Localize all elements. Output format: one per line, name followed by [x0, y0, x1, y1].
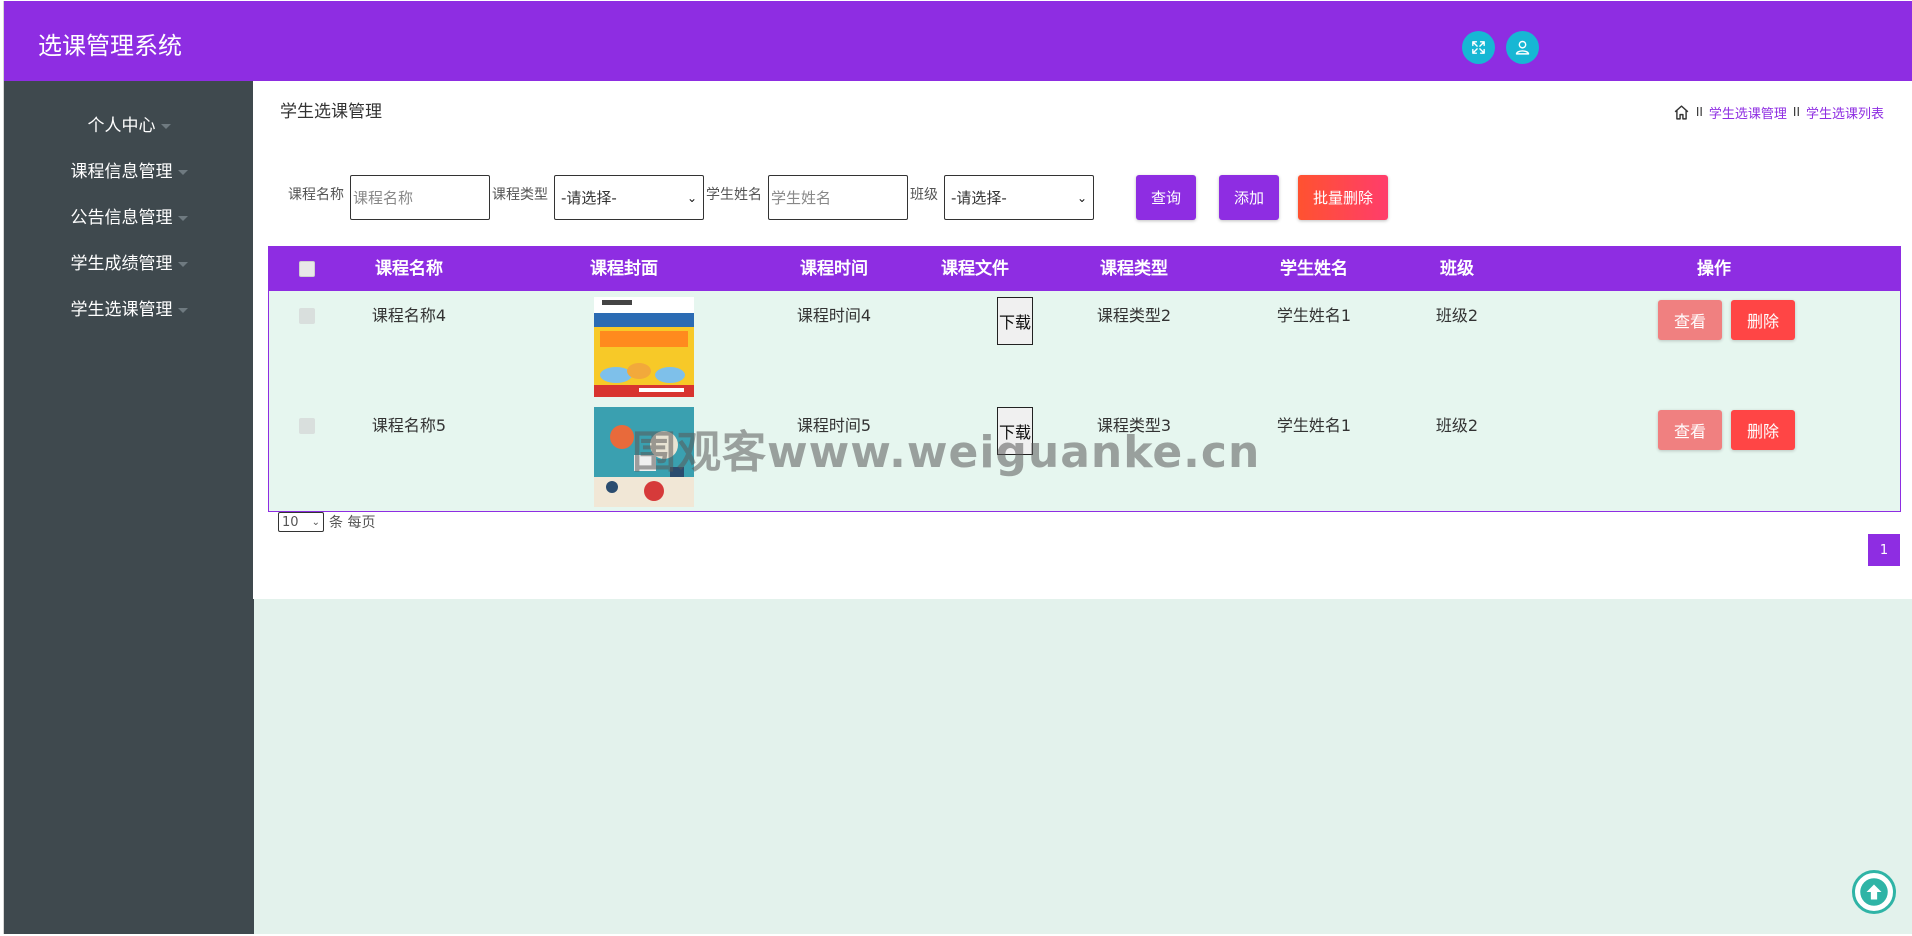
- query-button[interactable]: 查询: [1136, 175, 1196, 220]
- column-header-time: 课程时间: [800, 259, 868, 279]
- page-number-button[interactable]: 1: [1868, 534, 1900, 566]
- sidebar-item-label: 个人中心: [87, 116, 156, 136]
- breadcrumb-separator: II: [1792, 105, 1800, 119]
- caret-down-icon: [177, 215, 188, 221]
- column-header-course-name: 课程名称: [375, 259, 443, 279]
- breadcrumb-item-selection-mgmt[interactable]: 学生选课管理: [1709, 103, 1787, 122]
- delete-button[interactable]: 删除: [1731, 300, 1795, 340]
- column-header-file: 课程文件: [941, 259, 1009, 279]
- student-name-input[interactable]: [768, 175, 908, 220]
- chevron-down-icon: ⌄: [311, 516, 320, 528]
- download-button[interactable]: 下载: [997, 297, 1033, 345]
- sidebar-item-course-info[interactable]: 课程信息管理: [4, 157, 254, 187]
- row-checkbox[interactable]: [299, 308, 315, 324]
- class-select[interactable]: -请选择- ⌄: [944, 175, 1094, 220]
- page-title: 学生选课管理: [280, 102, 382, 122]
- page-size-select[interactable]: 10 ⌄: [278, 512, 324, 532]
- class-cell: 班级2: [1435, 416, 1479, 435]
- course-cover-image: [594, 297, 694, 397]
- fullscreen-icon: [1472, 41, 1485, 54]
- watermark-text: 围观客www.weiguanke.cn: [632, 427, 1261, 478]
- view-button[interactable]: 查看: [1658, 300, 1722, 340]
- fullscreen-button[interactable]: [1462, 31, 1495, 64]
- column-header-type: 课程类型: [1100, 259, 1168, 279]
- chevron-down-icon: ⌄: [1076, 190, 1087, 205]
- sidebar-item-personal-center[interactable]: 个人中心: [4, 111, 254, 141]
- home-icon[interactable]: [1673, 104, 1690, 121]
- row-checkbox[interactable]: [299, 418, 315, 434]
- breadcrumb-item-selection-list[interactable]: 学生选课列表: [1806, 103, 1884, 122]
- course-time-cell: 课程时间4: [796, 306, 872, 325]
- student-name-label: 学生姓名: [706, 187, 762, 203]
- sidebar-item-label: 公告信息管理: [70, 208, 173, 228]
- column-header-class: 班级: [1440, 259, 1474, 279]
- student-name-cell: 学生姓名1: [1276, 416, 1352, 435]
- sidebar-item-label: 学生成绩管理: [70, 254, 173, 274]
- sidebar-item-course-selection[interactable]: 学生选课管理: [4, 295, 254, 325]
- course-type-label: 课程类型: [492, 187, 548, 203]
- per-page-label: 条 每页: [329, 515, 376, 531]
- breadcrumb-separator: II: [1695, 105, 1703, 119]
- course-type-cell: 课程类型2: [1096, 306, 1172, 325]
- course-name-input[interactable]: [350, 175, 490, 220]
- arrow-up-icon: [1860, 878, 1888, 906]
- delete-button[interactable]: 删除: [1731, 410, 1795, 450]
- course-type-select[interactable]: -请选择- ⌄: [554, 175, 704, 220]
- breadcrumb: II 学生选课管理 II 学生选课列表: [1673, 103, 1884, 122]
- table-header: 课程名称 课程封面 课程时间 课程文件 课程类型 学生姓名 班级 操作: [269, 247, 1900, 291]
- back-to-top-button[interactable]: [1852, 870, 1896, 914]
- column-header-student: 学生姓名: [1280, 259, 1348, 279]
- sidebar: 个人中心 课程信息管理 公告信息管理 学生成绩管理 学生选课管理: [4, 81, 254, 934]
- column-header-actions: 操作: [1697, 259, 1731, 279]
- top-header: 选课管理系统: [4, 1, 1912, 81]
- sidebar-item-label: 学生选课管理: [70, 300, 173, 320]
- caret-down-icon: [177, 261, 188, 267]
- course-name-cell: 课程名称4: [371, 306, 447, 325]
- class-label: 班级: [910, 187, 938, 203]
- page-size-control: 10 ⌄ 条 每页: [278, 512, 375, 532]
- app-title: 选课管理系统: [38, 32, 182, 60]
- chevron-down-icon: ⌄: [686, 190, 697, 205]
- batch-delete-button[interactable]: 批量删除: [1298, 175, 1388, 220]
- caret-down-icon: [177, 169, 188, 175]
- class-cell: 班级2: [1435, 306, 1479, 325]
- user-icon: [1515, 40, 1530, 55]
- student-name-cell: 学生姓名1: [1276, 306, 1352, 325]
- table-row: 课程名称4 课程时间4 下载 课程类型2 学生姓名1 班级2 查看 删除: [269, 291, 1900, 401]
- course-type-select-value: -请选择-: [561, 189, 617, 207]
- course-name-label: 课程名称: [288, 187, 344, 203]
- user-button[interactable]: [1506, 31, 1539, 64]
- caret-down-icon: [160, 123, 171, 129]
- class-select-value: -请选择-: [951, 189, 1007, 207]
- add-button[interactable]: 添加: [1219, 175, 1279, 220]
- caret-down-icon: [177, 307, 188, 313]
- page-size-value: 10: [282, 514, 299, 530]
- course-name-cell: 课程名称5: [371, 416, 447, 435]
- sidebar-item-announcement[interactable]: 公告信息管理: [4, 203, 254, 233]
- sidebar-item-label: 课程信息管理: [70, 162, 173, 182]
- column-header-cover: 课程封面: [590, 259, 658, 279]
- view-button[interactable]: 查看: [1658, 410, 1722, 450]
- select-all-checkbox[interactable]: [299, 261, 315, 277]
- sidebar-item-grades[interactable]: 学生成绩管理: [4, 249, 254, 279]
